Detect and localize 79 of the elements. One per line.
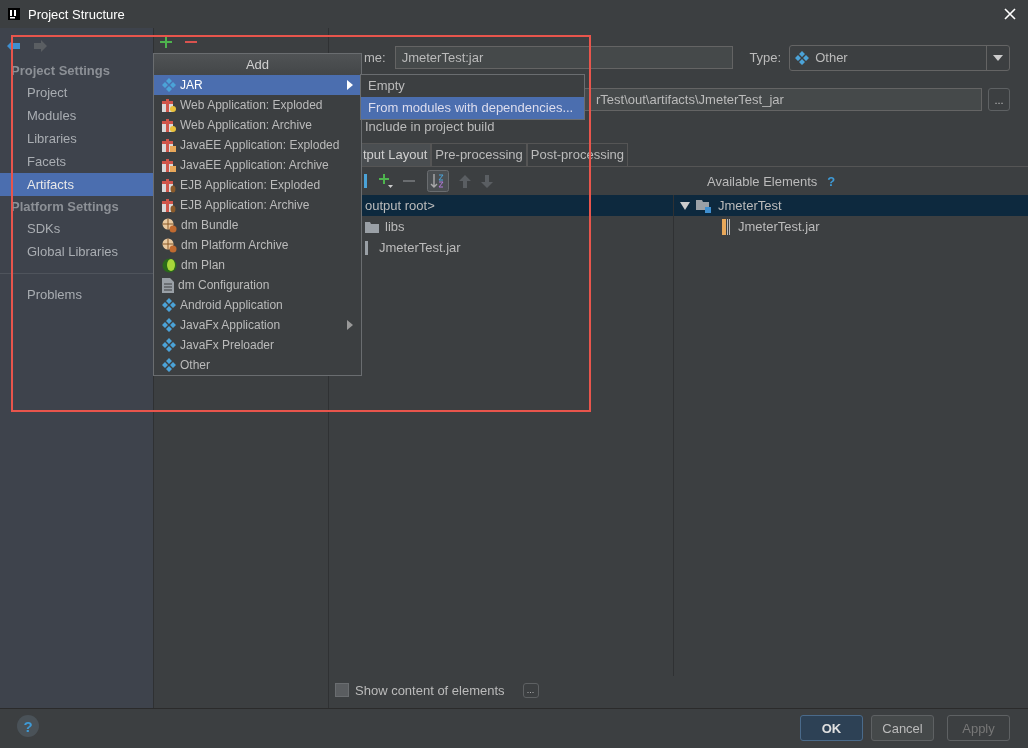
sphere-icon <box>162 257 177 273</box>
tab[interactable]: tput Layout <box>359 143 432 166</box>
diamond-icon <box>162 298 176 312</box>
tree-item[interactable]: output root> <box>365 198 435 213</box>
menu-item[interactable]: Other <box>154 355 361 375</box>
diamond-icon <box>162 358 176 372</box>
checkbox[interactable] <box>335 683 349 697</box>
type-dropdown[interactable]: Other <box>789 44 1010 71</box>
menu-item[interactable]: JavaEE Application: Archive <box>154 155 361 175</box>
type-label: Type: <box>749 50 782 65</box>
browse-button[interactable]: ... <box>988 88 1010 111</box>
menu-item[interactable]: dm Platform Archive <box>154 235 361 255</box>
more-button[interactable]: ... <box>522 682 539 698</box>
sidebar-item[interactable]: Modules <box>0 104 153 127</box>
submenu-arrow-icon <box>347 80 353 90</box>
sidebar-item[interactable]: Problems <box>0 283 153 306</box>
tab[interactable]: Pre-processing <box>431 143 527 166</box>
sidebar-item[interactable]: SDKs <box>0 217 153 240</box>
tree-item[interactable]: JmeterTest.jar <box>379 240 461 255</box>
menu-item[interactable]: EJB Application: Exploded <box>154 175 361 195</box>
gift-box-icon <box>162 97 176 113</box>
checkbox-label: Show content of elements <box>355 682 505 698</box>
jar-icon <box>722 218 732 235</box>
dialog-button[interactable]: OK <box>800 715 863 741</box>
menu-item[interactable]: EJB Application: Archive <box>154 195 361 215</box>
diamond-icon <box>162 318 176 332</box>
menu-item[interactable]: JavaFx Preloader <box>154 335 361 355</box>
diamond-icon <box>795 50 810 65</box>
app-logo-icon <box>8 8 20 20</box>
diamond-icon <box>162 78 176 92</box>
tree-item[interactable]: JmeterTest.jar <box>738 219 820 234</box>
sidebar-item[interactable]: Libraries <box>0 127 153 150</box>
menu-item[interactable]: dm Plan <box>154 255 361 275</box>
down-arrow-icon[interactable] <box>481 174 493 188</box>
close-icon[interactable] <box>1004 8 1016 20</box>
sort-icon[interactable] <box>427 170 449 192</box>
gift-box-icon <box>162 197 176 213</box>
dropdown-arrow-icon[interactable] <box>993 54 1003 61</box>
menu-item[interactable]: JAR <box>154 75 361 95</box>
add-icon[interactable] <box>379 174 393 188</box>
section-heading: Platform Settings <box>10 198 120 216</box>
forward-icon[interactable] <box>33 40 47 52</box>
expand-arrow-icon[interactable] <box>680 201 690 210</box>
dialog-button[interactable]: Cancel <box>871 715 934 741</box>
menu-item[interactable]: dm Configuration <box>154 275 361 295</box>
sidebar-item[interactable]: Global Libraries <box>0 240 153 263</box>
tree-item[interactable]: JmeterTest <box>718 198 782 213</box>
menu-title: Add <box>154 54 361 75</box>
tree-item[interactable]: libs <box>385 219 405 234</box>
available-elements-label: Available Elements <box>707 173 818 189</box>
help-icon[interactable]: ? <box>827 173 836 189</box>
document-icon <box>162 277 174 293</box>
gift-box-icon <box>162 117 176 133</box>
name-field[interactable]: JmeterTest:jar <box>394 46 734 69</box>
menu-item[interactable]: Web Application: Exploded <box>154 95 361 115</box>
gift-box-icon <box>162 177 176 193</box>
sidebar-item[interactable]: Facets <box>0 150 153 173</box>
include-label: Include in project build <box>365 118 495 134</box>
bundle-icon <box>162 217 177 233</box>
up-arrow-icon[interactable] <box>459 174 471 188</box>
diamond-icon <box>162 338 176 352</box>
window-title: Project Structure <box>28 6 125 22</box>
folder-icon <box>365 220 379 233</box>
bundle-icon <box>162 237 177 253</box>
menu-item[interactable]: JavaFx Application <box>154 315 361 335</box>
menu-item[interactable]: From modules with dependencies... <box>361 97 584 119</box>
gift-box-icon <box>162 157 176 173</box>
sidebar-item[interactable]: Project <box>0 81 153 104</box>
menu-item[interactable]: dm Bundle <box>154 215 361 235</box>
module-folder-icon <box>696 198 712 213</box>
sidebar-item[interactable]: Artifacts <box>0 173 153 196</box>
name-label: me: <box>364 50 386 65</box>
menu-item[interactable]: JavaEE Application: Exploded <box>154 135 361 155</box>
add-icon[interactable] <box>160 36 172 48</box>
submenu-arrow-icon <box>347 320 353 330</box>
menu-item[interactable]: Web Application: Archive <box>154 115 361 135</box>
menu-item[interactable]: Android Application <box>154 295 361 315</box>
gift-box-icon <box>162 137 176 153</box>
back-icon[interactable] <box>7 40 21 52</box>
